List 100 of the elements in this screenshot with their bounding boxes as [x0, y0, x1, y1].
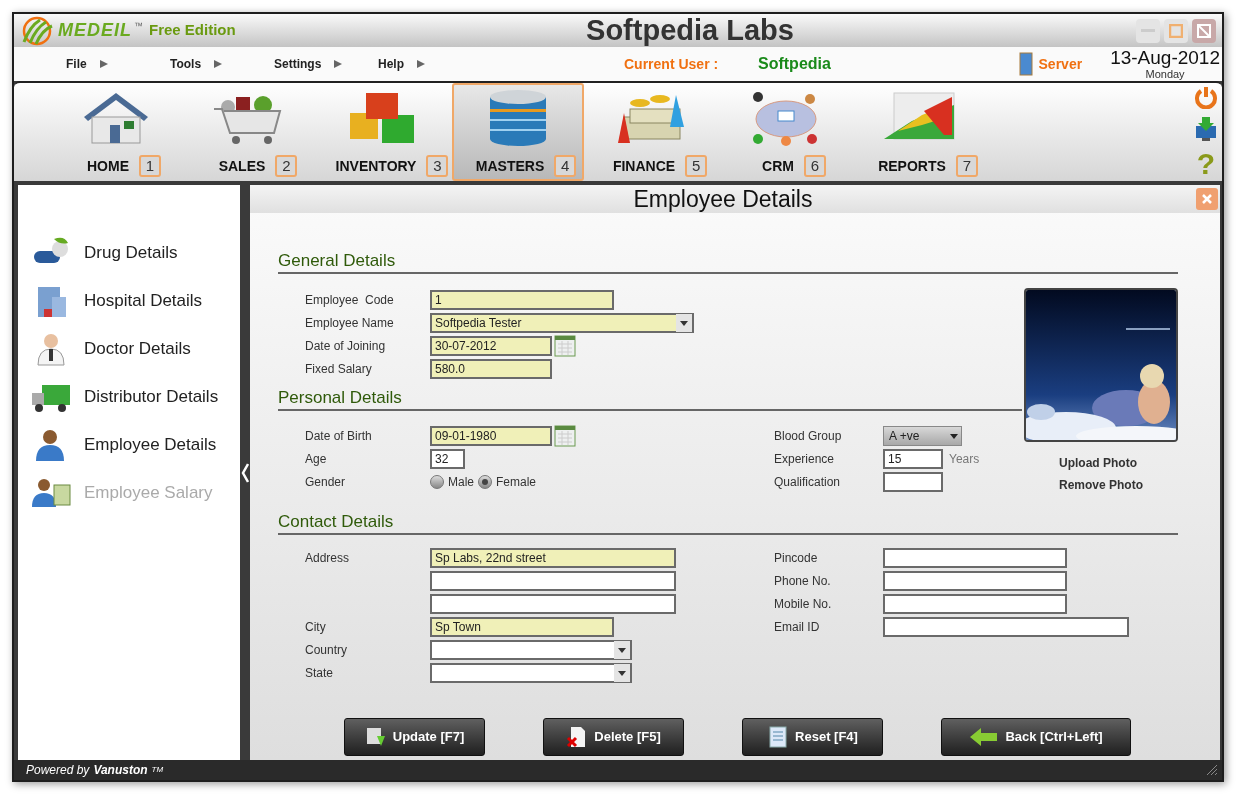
action-button[interactable]: Reset [F4] — [742, 718, 883, 756]
radio-label: Female — [496, 473, 537, 491]
back-arrow-icon — [969, 726, 1000, 748]
sidebar-item[interactable]: Employee Details — [30, 427, 240, 463]
close-icon — [1201, 193, 1213, 205]
weekday-label: Monday — [1145, 68, 1185, 80]
section-heading: Personal Details — [278, 388, 1022, 411]
module-tab[interactable]: MASTERS 4 — [452, 83, 584, 181]
input-field[interactable]: 15 — [883, 448, 943, 469]
field-label: State — [305, 665, 334, 680]
caret-icon — [333, 59, 344, 69]
module-tab[interactable]: FINANCE 5 — [586, 83, 718, 181]
shortcut-badge: 2 — [275, 155, 298, 177]
module-tab[interactable]: CRM 6 — [720, 83, 852, 181]
module-tab[interactable]: INVENTORY 3 — [318, 83, 450, 181]
input-field[interactable] — [883, 570, 1067, 591]
calendar-icon[interactable] — [554, 424, 576, 447]
date-field[interactable]: 30-07-2012 — [430, 335, 552, 356]
date-field[interactable]: 09-01-1980 — [430, 425, 552, 446]
collapse-icon[interactable] — [241, 462, 249, 483]
sidebar-item[interactable]: Doctor Details — [30, 331, 240, 367]
minimize-icon — [1141, 28, 1155, 33]
date-label: 13-Aug-2012 — [1110, 48, 1220, 68]
photo-link[interactable]: Remove Photo — [1059, 476, 1143, 494]
input-field[interactable] — [883, 616, 1129, 637]
dropdown-field[interactable]: Softpedia Tester — [430, 312, 694, 333]
module-label: CRM — [762, 156, 794, 176]
field-label: Date of Joining — [305, 338, 386, 353]
action-button[interactable]: Delete [F5] — [543, 718, 684, 756]
menu-item[interactable]: Help — [378, 55, 404, 73]
sidebar-item[interactable]: Distributor Details — [30, 379, 240, 415]
field-label: Mobile No. — [774, 596, 832, 611]
shortcut-badge: 3 — [426, 155, 449, 177]
panel-title: Employee Details — [632, 184, 814, 214]
menu-item[interactable]: Settings — [274, 55, 322, 73]
download-icon[interactable] — [1194, 116, 1218, 142]
caret-icon — [213, 59, 224, 69]
input-field[interactable] — [883, 471, 943, 492]
field-label: Qualification — [774, 474, 841, 489]
input-field[interactable]: 32 — [430, 448, 465, 469]
photo-link[interactable]: Upload Photo — [1059, 454, 1143, 472]
field-label: Country — [305, 642, 348, 657]
close-icon — [1197, 23, 1211, 38]
field-label: Employee Name — [305, 315, 394, 330]
save-icon — [364, 726, 387, 748]
input-field[interactable] — [430, 593, 676, 614]
input-field[interactable]: 1 — [430, 289, 614, 310]
input-field[interactable] — [883, 547, 1067, 568]
footer-brand: Vanuston — [93, 762, 148, 779]
action-button[interactable]: Back [Ctrl+Left] — [941, 718, 1131, 756]
unit-label: Years — [949, 450, 980, 468]
module-label: FINANCE — [612, 156, 676, 176]
shortcut-badge: 4 — [554, 155, 577, 177]
module-tab[interactable]: REPORTS 7 — [854, 83, 986, 181]
input-field[interactable]: 580.0 — [430, 358, 552, 379]
server-label: Server — [1038, 54, 1083, 74]
field-label: Email ID — [774, 619, 820, 634]
window-title: Softpedia Labs — [586, 12, 794, 48]
action-button[interactable]: Update [F7] — [344, 718, 485, 756]
field-label: Phone No. — [774, 573, 831, 588]
menu-item[interactable]: Tools — [170, 55, 202, 73]
module-tab[interactable]: SALES 2 — [184, 83, 316, 181]
field-label: Gender — [305, 474, 346, 489]
input-field[interactable]: Sp Labs, 22nd street — [430, 547, 676, 568]
document-icon — [767, 726, 790, 748]
footer-text: Powered by — [26, 762, 90, 779]
module-label: REPORTS — [878, 156, 946, 176]
maximize-icon — [1169, 23, 1183, 38]
radio-button[interactable] — [478, 474, 492, 489]
caret-icon — [416, 59, 426, 69]
shortcut-badge: 1 — [139, 155, 161, 177]
resize-grip-icon[interactable] — [1206, 764, 1218, 776]
radio-button[interactable] — [430, 474, 444, 489]
dropdown-field[interactable] — [430, 662, 632, 683]
sidebar-item[interactable]: Hospital Details — [30, 283, 240, 319]
section-heading: General Details — [278, 251, 1178, 274]
trademark-label: ™ — [134, 19, 143, 33]
power-icon[interactable] — [1194, 85, 1218, 109]
input-field[interactable] — [883, 593, 1067, 614]
edition-label: Free Edition — [149, 20, 236, 41]
menu-item[interactable]: File — [66, 55, 87, 73]
field-label: City — [305, 619, 326, 634]
module-tab[interactable]: HOME 1 — [50, 83, 182, 181]
calendar-icon[interactable] — [554, 334, 576, 357]
module-label: SALES — [218, 156, 266, 176]
input-field[interactable] — [430, 570, 676, 591]
field-label: Pincode — [774, 550, 818, 565]
current-user-name: Softpedia — [758, 54, 831, 74]
field-label: Date of Birth — [305, 428, 372, 443]
field-label: Address — [305, 550, 350, 565]
sidebar-item[interactable]: Drug Details — [30, 235, 240, 271]
server-icon — [1018, 52, 1033, 76]
input-field[interactable]: Sp Town — [430, 616, 614, 637]
current-user-label: Current User : — [624, 54, 720, 74]
module-label: MASTERS — [475, 156, 545, 176]
field-label: Blood Group — [774, 428, 842, 443]
field-label: Experience — [774, 451, 835, 466]
module-label: INVENTORY — [335, 156, 417, 176]
dropdown-field[interactable] — [430, 639, 632, 660]
dropdown-field[interactable]: A +ve — [883, 425, 962, 446]
